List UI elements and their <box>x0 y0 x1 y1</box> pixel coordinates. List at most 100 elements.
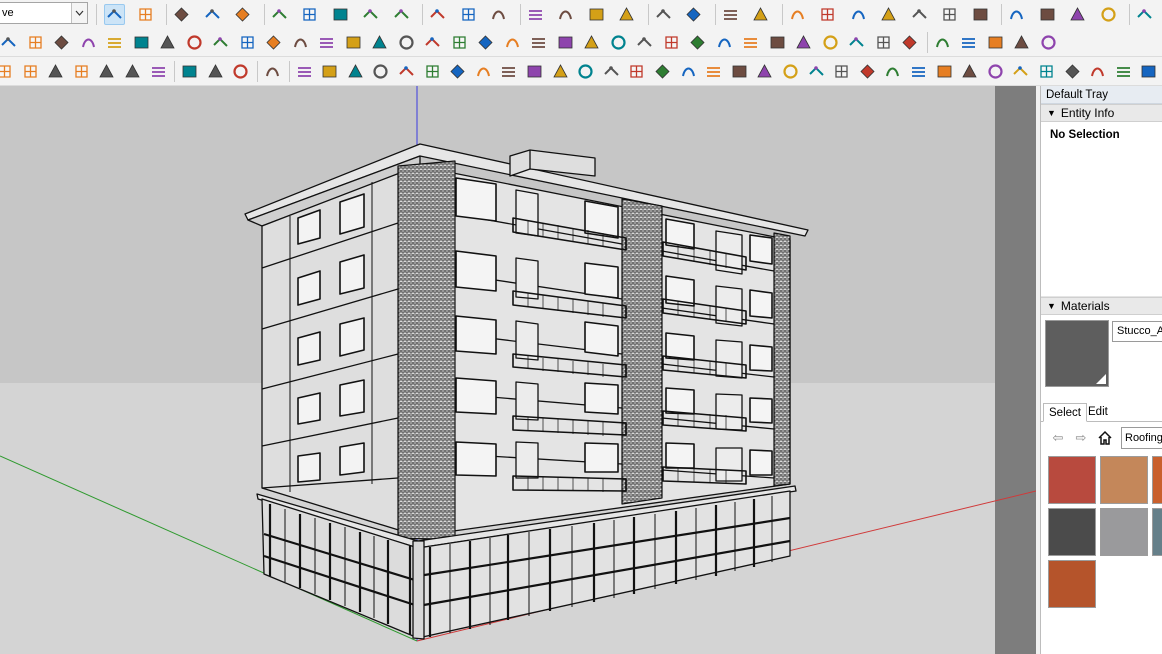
stack2-icon[interactable] <box>1037 4 1058 25</box>
arc-icon[interactable] <box>202 4 223 25</box>
roofing-tile-terracotta-icon[interactable] <box>1048 560 1096 608</box>
tool-24-icon[interactable] <box>857 61 878 82</box>
ext-40-icon[interactable] <box>1038 32 1059 53</box>
ext-27-icon[interactable] <box>687 32 708 53</box>
tool-34-icon[interactable] <box>1113 61 1134 82</box>
ext-19-icon[interactable] <box>475 32 496 53</box>
tab-select[interactable]: Select <box>1043 403 1087 422</box>
tool-33-icon[interactable] <box>1087 61 1108 82</box>
checker-icon[interactable] <box>122 61 143 82</box>
ext-31-icon[interactable] <box>793 32 814 53</box>
library-select[interactable]: Roofing <box>1121 427 1162 449</box>
paint-bucket-icon[interactable] <box>232 4 253 25</box>
gear-icon[interactable] <box>179 61 200 82</box>
mail-icon[interactable] <box>205 61 226 82</box>
orbit-icon[interactable] <box>525 4 546 25</box>
tree-icon[interactable] <box>71 61 92 82</box>
stack3-icon[interactable] <box>1067 4 1088 25</box>
ext-25-icon[interactable] <box>634 32 655 53</box>
text-icon[interactable] <box>458 4 479 25</box>
section-plane-icon[interactable] <box>653 4 674 25</box>
ext-13-icon[interactable] <box>316 32 337 53</box>
paint-icon[interactable] <box>488 4 509 25</box>
warehouse-icon[interactable] <box>817 4 838 25</box>
plugin-icon[interactable] <box>20 61 41 82</box>
roofing-shingle-tan-icon[interactable] <box>1100 456 1148 504</box>
roofing-slate-grey-icon[interactable] <box>1100 508 1148 556</box>
ext-12-icon[interactable] <box>290 32 311 53</box>
ext-09-icon[interactable] <box>210 32 231 53</box>
pencil-icon[interactable] <box>171 4 192 25</box>
home-icon[interactable] <box>1096 429 1114 447</box>
tool-15-icon[interactable] <box>626 61 647 82</box>
zoom-icon[interactable] <box>586 4 607 25</box>
tool-32-icon[interactable] <box>1062 61 1083 82</box>
building-model[interactable] <box>0 86 1036 654</box>
tool-10-icon[interactable] <box>498 61 519 82</box>
house-icon[interactable] <box>909 4 930 25</box>
ext-04-icon[interactable] <box>78 32 99 53</box>
ext-18-icon[interactable] <box>449 32 470 53</box>
components-icon[interactable] <box>848 4 869 25</box>
ext-37-icon[interactable] <box>958 32 979 53</box>
style-combo[interactable]: ve <box>0 2 88 24</box>
tape-measure-icon[interactable] <box>427 4 448 25</box>
move-icon[interactable] <box>330 4 351 25</box>
ext-24-icon[interactable] <box>608 32 629 53</box>
user-icon[interactable] <box>787 4 808 25</box>
ext-22-icon[interactable] <box>555 32 576 53</box>
ext-35-icon[interactable] <box>899 32 920 53</box>
layers-icon[interactable] <box>683 4 704 25</box>
ext-02-icon[interactable] <box>25 32 46 53</box>
house-outline-icon[interactable] <box>939 4 960 25</box>
push-pull-icon[interactable] <box>269 4 290 25</box>
tool-23-icon[interactable] <box>831 61 852 82</box>
tool-26-icon[interactable] <box>908 61 929 82</box>
tool-13-icon[interactable] <box>575 61 596 82</box>
tool-14-icon[interactable] <box>601 61 622 82</box>
ext-15-icon[interactable] <box>369 32 390 53</box>
ext-23-icon[interactable] <box>581 32 602 53</box>
tool-16-icon[interactable] <box>652 61 673 82</box>
tool-19-icon[interactable] <box>729 61 750 82</box>
ext-30-icon[interactable] <box>767 32 788 53</box>
ext-33-icon[interactable] <box>846 32 867 53</box>
ext-29-icon[interactable] <box>740 32 761 53</box>
tool-27-icon[interactable] <box>934 61 955 82</box>
settings-icon[interactable] <box>750 4 771 25</box>
roofing-slate-dark-icon[interactable] <box>1048 508 1096 556</box>
tool-17-icon[interactable] <box>678 61 699 82</box>
ext-17-icon[interactable] <box>422 32 443 53</box>
tool-02-icon[interactable] <box>294 61 315 82</box>
stack-icon[interactable] <box>1006 4 1027 25</box>
material-name-field[interactable]: Stucco_A <box>1112 321 1162 342</box>
ext-39-icon[interactable] <box>1011 32 1032 53</box>
ext-10-icon[interactable] <box>237 32 258 53</box>
tool-06-icon[interactable] <box>396 61 417 82</box>
ext-07-icon[interactable] <box>157 32 178 53</box>
tab-edit[interactable]: Edit <box>1083 403 1113 422</box>
roofing-red-icon[interactable] <box>1048 456 1096 504</box>
back-arrow-icon[interactable]: ⇦ <box>1049 429 1067 447</box>
ext-14-icon[interactable] <box>343 32 364 53</box>
ext-20-icon[interactable] <box>502 32 523 53</box>
roofing-shingle-orange-icon[interactable] <box>1152 456 1162 504</box>
stack4-icon[interactable] <box>1098 4 1119 25</box>
ext-32-icon[interactable] <box>820 32 841 53</box>
ext-26-icon[interactable] <box>661 32 682 53</box>
tool-35-icon[interactable] <box>1138 61 1159 82</box>
tool-30-icon[interactable] <box>1010 61 1031 82</box>
tool-21-icon[interactable] <box>780 61 801 82</box>
ext-11-icon[interactable] <box>263 32 284 53</box>
ext-21-icon[interactable] <box>528 32 549 53</box>
ext-28-icon[interactable] <box>714 32 735 53</box>
gradient-icon[interactable] <box>96 61 117 82</box>
info-icon[interactable] <box>230 61 251 82</box>
tool-11-icon[interactable] <box>524 61 545 82</box>
ext-38-icon[interactable] <box>985 32 1006 53</box>
roofing-slate-blue-icon[interactable] <box>1152 508 1162 556</box>
ext-16-icon[interactable] <box>396 32 417 53</box>
select-icon[interactable] <box>104 4 125 25</box>
tool-22-icon[interactable] <box>806 61 827 82</box>
entity-info-header[interactable]: ▼ Entity Info <box>1041 104 1162 122</box>
